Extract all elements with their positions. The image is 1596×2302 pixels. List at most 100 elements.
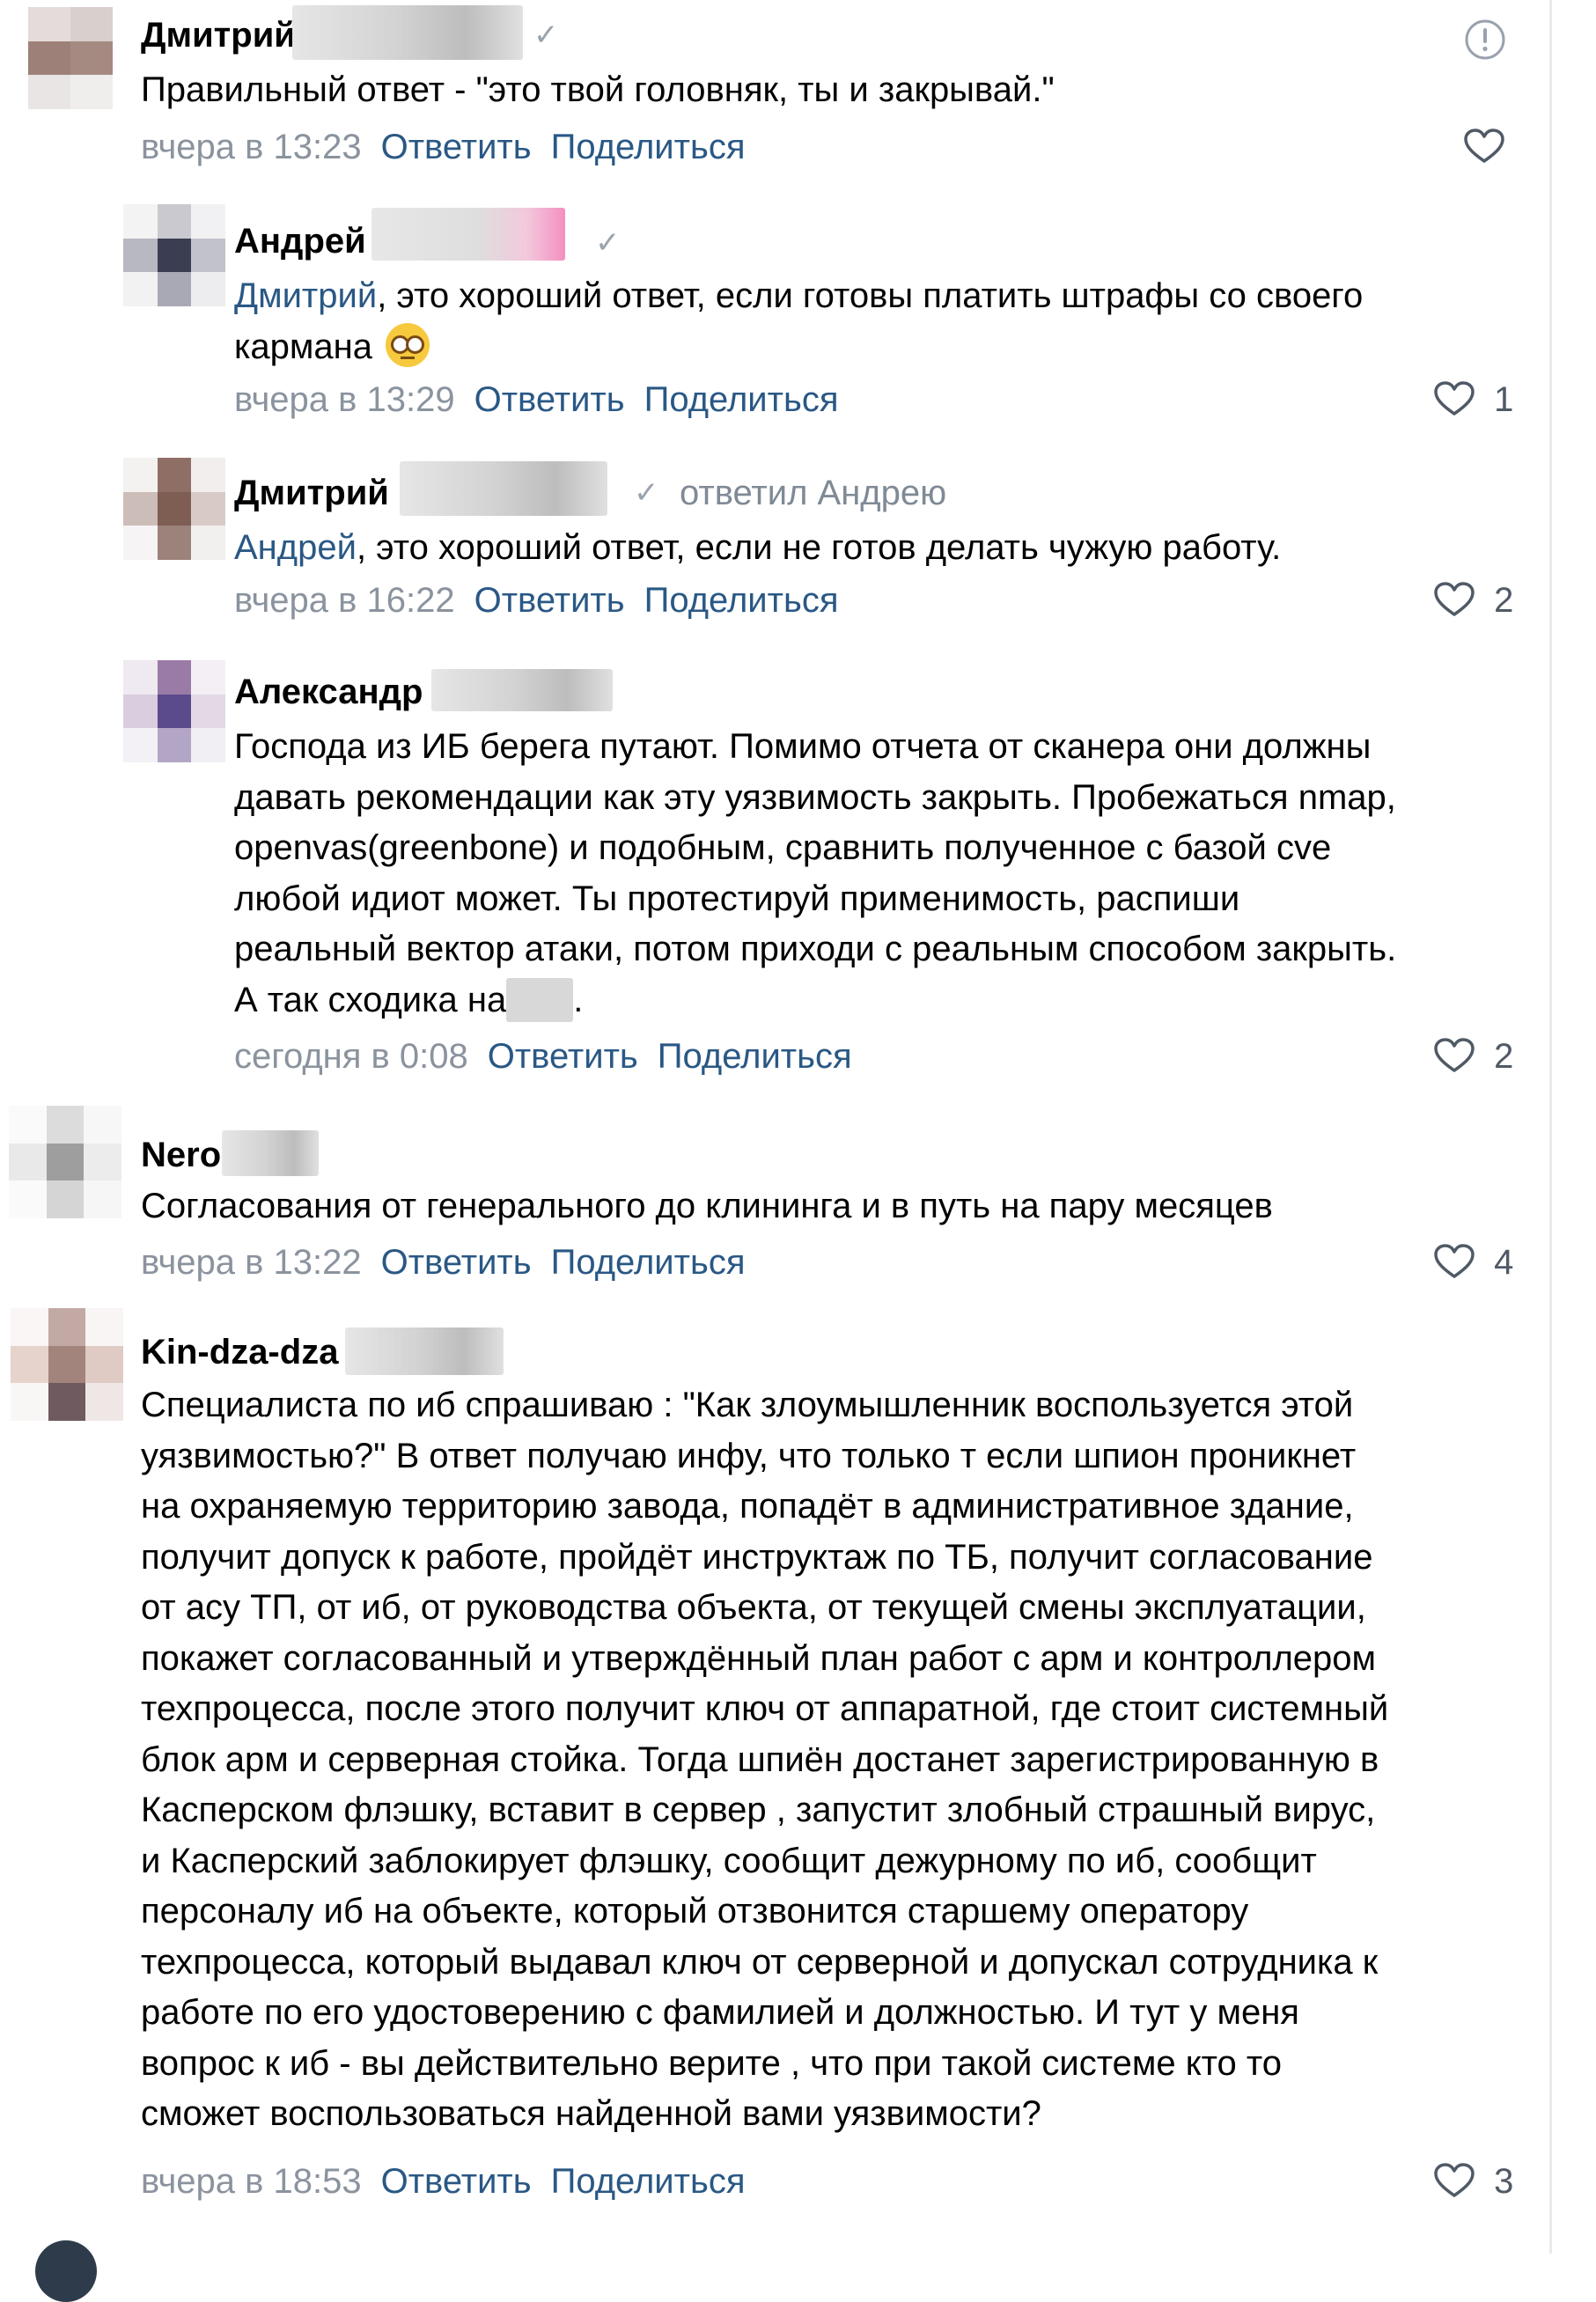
blurred-surname bbox=[292, 5, 523, 60]
comment-text-line: Специалиста по иб спрашиваю : "Как злоум… bbox=[141, 1386, 1354, 1424]
comment-text-line: сможет воспользоваться найденной вами уя… bbox=[141, 2094, 1041, 2133]
share-button[interactable]: Поделиться bbox=[644, 581, 839, 620]
reply-button[interactable]: Ответить bbox=[474, 581, 625, 620]
comment-time[interactable]: сегодня в 0:08 bbox=[234, 1037, 468, 1076]
comment-time[interactable]: вчера в 13:22 bbox=[141, 1243, 362, 1282]
comment-text-line: Господа из ИБ берега путают. Помимо отче… bbox=[234, 727, 1372, 766]
comment-text-line: Согласования от генерального до клининга… bbox=[141, 1187, 1273, 1225]
avatar[interactable] bbox=[123, 204, 225, 306]
comment-text-line: и Касперский заблокирует флэшку, сообщит… bbox=[141, 1841, 1317, 1880]
mention-link[interactable]: Андрей bbox=[234, 528, 357, 567]
avatar[interactable] bbox=[11, 1308, 123, 1421]
mention-link[interactable]: Дмитрий bbox=[234, 276, 377, 315]
comment-text-line: Правильный ответ - "это твой головняк, т… bbox=[141, 70, 1055, 109]
comment-text-line: блок арм и серверная стойка. Тогда шпиён… bbox=[141, 1739, 1379, 1779]
comment-meta: вчера в 16:22 Ответить Поделиться bbox=[234, 581, 838, 621]
comment-text-line: вопрос к иб - вы действительно верите , … bbox=[141, 2043, 1283, 2083]
like-count: 1 bbox=[1494, 380, 1514, 419]
checkmark-icon: ✓ bbox=[595, 226, 621, 260]
comment-text: Согласования от генерального до клининга… bbox=[141, 1181, 1273, 1232]
reply-button[interactable]: Ответить bbox=[381, 1243, 532, 1282]
comment-text-line: работе по его удостоверению с фамилией и… bbox=[141, 1993, 1299, 2032]
replied-to-label[interactable]: ответил Андрею bbox=[680, 474, 946, 513]
comment-meta: вчера в 13:22 Ответить Поделиться bbox=[141, 1243, 745, 1283]
page-edge-divider bbox=[1549, 0, 1552, 2254]
heart-outline-icon bbox=[1434, 582, 1475, 616]
avatar[interactable] bbox=[28, 7, 113, 109]
author-name[interactable]: Андрей bbox=[234, 222, 366, 261]
comment-text: Специалиста по иб спрашиваю : "Как злоум… bbox=[141, 1380, 1388, 2140]
exclamation-circle-icon[interactable] bbox=[1463, 18, 1507, 62]
blurred-surname bbox=[371, 208, 565, 261]
comment-text-line: Андрей, это хороший ответ, если не готов… bbox=[234, 528, 1282, 567]
like-button[interactable]: 3 bbox=[1433, 2162, 1513, 2202]
share-button[interactable]: Поделиться bbox=[644, 380, 839, 419]
checkmark-icon: ✓ bbox=[634, 476, 659, 510]
comment-text-line: техпроцесса, который выдавал ключ от сер… bbox=[141, 1942, 1379, 1982]
comment-text: Правильный ответ - "это твой головняк, т… bbox=[141, 65, 1055, 116]
blurred-surname bbox=[345, 1328, 504, 1375]
comment-text-line: персоналу иб на объекте, который отзвони… bbox=[141, 1892, 1249, 1931]
author-name[interactable]: Дмитрий bbox=[141, 16, 296, 55]
comment-text-line: А так сходика на. bbox=[234, 975, 1396, 1026]
heart-outline-icon bbox=[1464, 129, 1504, 163]
author-name[interactable]: Дмитрий bbox=[234, 474, 389, 513]
comment-text-line: Дмитрий, это хороший ответ, если готовы … bbox=[234, 276, 1364, 315]
like-count: 2 bbox=[1494, 581, 1514, 620]
comment-text: Андрей, это хороший ответ, если не готов… bbox=[234, 523, 1281, 574]
author-name[interactable]: Александр bbox=[234, 673, 423, 712]
share-button[interactable]: Поделиться bbox=[551, 128, 746, 166]
share-button[interactable]: Поделиться bbox=[551, 1243, 746, 1282]
like-button[interactable]: 1 bbox=[1433, 380, 1513, 420]
comment-time[interactable]: вчера в 13:23 bbox=[141, 128, 362, 166]
blurred-surname bbox=[400, 461, 607, 516]
comment-meta: вчера в 13:29 Ответить Поделиться bbox=[234, 380, 838, 420]
comment-text: Дмитрий, это хороший ответ, если готовы … bbox=[234, 271, 1363, 372]
heart-outline-icon bbox=[1434, 2163, 1475, 2197]
comment-meta: вчера в 18:53 Ответить Поделиться bbox=[141, 2162, 745, 2202]
reply-button[interactable]: Ответить bbox=[381, 128, 532, 166]
like-count: 2 bbox=[1494, 1037, 1514, 1076]
avatar[interactable] bbox=[123, 660, 225, 762]
checkmark-icon: ✓ bbox=[533, 18, 559, 52]
comment-meta: сегодня в 0:08 Ответить Поделиться bbox=[234, 1037, 852, 1077]
like-button[interactable] bbox=[1463, 128, 1505, 167]
comment-text-line: кармана bbox=[234, 322, 1363, 373]
like-count: 4 bbox=[1494, 1243, 1514, 1282]
avatar[interactable] bbox=[9, 1106, 121, 1218]
heart-outline-icon bbox=[1434, 1244, 1475, 1278]
comment-text-line: техпроцесса, после этого получит ключ от… bbox=[141, 1689, 1389, 1728]
next-avatar-partial bbox=[35, 2240, 97, 2302]
avatar[interactable] bbox=[123, 458, 225, 560]
rolling-eyes-emoji-icon bbox=[386, 322, 430, 367]
reply-button[interactable]: Ответить bbox=[381, 2162, 532, 2201]
like-button[interactable]: 2 bbox=[1433, 1037, 1513, 1077]
comment-text-line: получит допуск к работе, пройдёт инструк… bbox=[141, 1537, 1373, 1577]
like-count: 3 bbox=[1494, 2162, 1514, 2201]
blurred-surname bbox=[222, 1130, 319, 1176]
share-button[interactable]: Поделиться bbox=[658, 1037, 852, 1076]
heart-outline-icon bbox=[1434, 1038, 1475, 1072]
like-button[interactable]: 2 bbox=[1433, 581, 1513, 621]
comment-text-line: на охраняемую территорию завода, попадёт… bbox=[141, 1487, 1354, 1526]
comment-text-line: от асу ТП, от иб, от руководства объекта… bbox=[141, 1588, 1366, 1627]
comment-text-line: покажет согласованный и утверждённый пла… bbox=[141, 1638, 1377, 1678]
author-name[interactable]: Nero bbox=[141, 1136, 221, 1175]
share-button[interactable]: Поделиться bbox=[551, 2162, 746, 2201]
reply-button[interactable]: Ответить bbox=[474, 380, 625, 419]
comment-text-line: реальный вектор атаки, потом приходи с р… bbox=[234, 930, 1397, 968]
comment-text-line: openvas(greenbone) и подобным, сравнить … bbox=[234, 828, 1332, 867]
comment-time[interactable]: вчера в 18:53 bbox=[141, 2162, 362, 2201]
comment-time[interactable]: вчера в 13:29 bbox=[234, 380, 455, 419]
comment-text-line: Касперском флэшку, вставит в сервер , за… bbox=[141, 1791, 1376, 1829]
heart-outline-icon bbox=[1434, 381, 1475, 416]
like-button[interactable]: 4 bbox=[1433, 1243, 1513, 1283]
comment-text-line: уязвимостью?" В ответ получаю инфу, что … bbox=[141, 1436, 1357, 1475]
comment-text-line: давать рекомендации как эту уязвимость з… bbox=[234, 777, 1396, 817]
comment-text-line: любой идиот может. Ты протестируй примен… bbox=[234, 879, 1240, 918]
author-name[interactable]: Kin-dza-dza bbox=[141, 1333, 338, 1372]
blurred-link bbox=[506, 977, 574, 1022]
blurred-surname bbox=[431, 669, 613, 711]
comment-time[interactable]: вчера в 16:22 bbox=[234, 581, 455, 620]
reply-button[interactable]: Ответить bbox=[488, 1037, 638, 1076]
